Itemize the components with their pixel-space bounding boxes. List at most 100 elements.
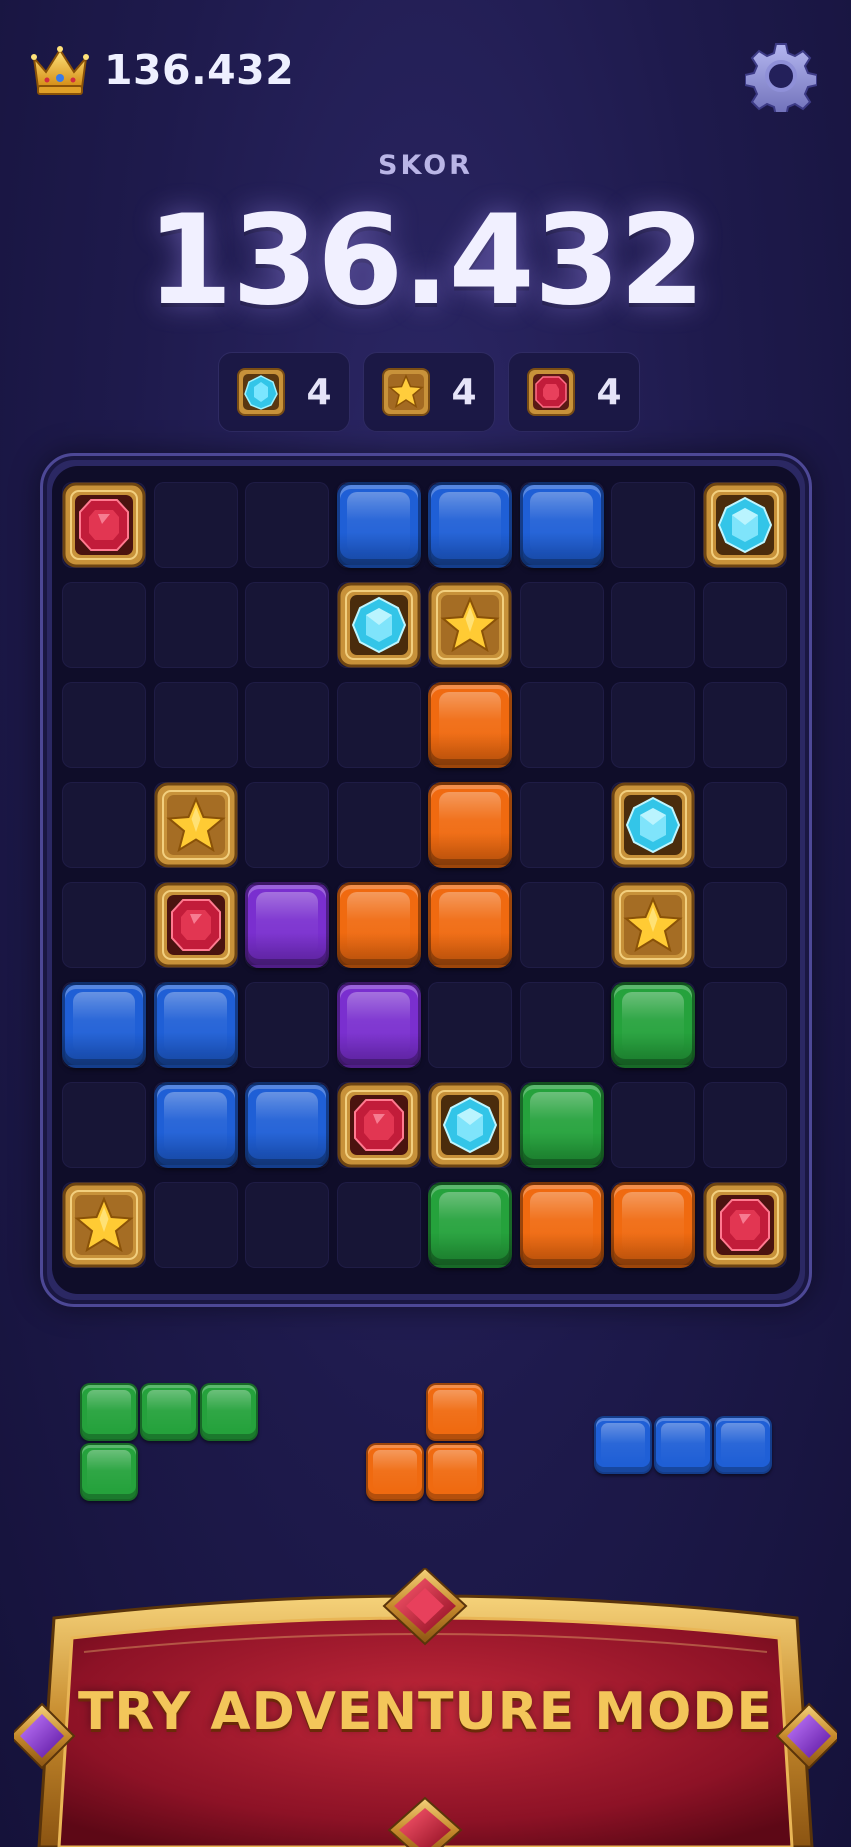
board-block-orange-2-4 bbox=[428, 682, 512, 768]
board-gem-4-1 bbox=[154, 882, 238, 972]
best-score: 136.432 bbox=[30, 42, 294, 98]
red-ruby-icon bbox=[703, 1182, 786, 1268]
board-block-blue-0-4 bbox=[428, 482, 512, 568]
board-gem-4-6 bbox=[611, 882, 695, 972]
board-cell-5-7[interactable] bbox=[702, 982, 787, 1068]
board-cell-1-7[interactable] bbox=[702, 582, 787, 668]
red-ruby-icon bbox=[337, 1082, 420, 1168]
board-cell-7-3[interactable] bbox=[336, 1182, 421, 1268]
board-gem-7-0 bbox=[62, 1182, 146, 1272]
blue-diamond-icon bbox=[428, 1082, 512, 1168]
board-block-orange-3-4 bbox=[428, 782, 512, 868]
piece-2-block[interactable] bbox=[594, 1416, 652, 1474]
board-cell-2-5[interactable] bbox=[519, 682, 604, 768]
board-block-orange-7-5 bbox=[519, 1182, 604, 1268]
goal-ruby-count: 4 bbox=[596, 371, 622, 413]
board-block-blue-6-1 bbox=[153, 1082, 238, 1168]
board-cell-7-1[interactable] bbox=[153, 1182, 238, 1268]
red-ruby-icon bbox=[154, 882, 237, 968]
board-block-green-7-4 bbox=[428, 1182, 512, 1268]
board-cell-3-5[interactable] bbox=[519, 782, 604, 868]
board-cell-5-5[interactable] bbox=[519, 982, 604, 1068]
piece-0-block[interactable] bbox=[80, 1443, 138, 1501]
piece-0-block[interactable] bbox=[200, 1383, 258, 1441]
blue-diamond-icon bbox=[237, 368, 286, 416]
piece-1-block[interactable] bbox=[366, 1443, 424, 1501]
board-block-purple-4-2 bbox=[245, 882, 329, 968]
board-gem-1-3 bbox=[337, 582, 421, 672]
board-cell-7-2[interactable] bbox=[245, 1182, 329, 1268]
goal-counters: 4 4 4 bbox=[218, 352, 640, 432]
board-cell-2-6[interactable] bbox=[611, 682, 695, 768]
score-label: SKOR bbox=[378, 150, 473, 181]
board-gem-6-4 bbox=[428, 1082, 512, 1172]
board-block-purple-5-3 bbox=[336, 982, 421, 1068]
board-gem-1-4 bbox=[428, 582, 512, 672]
board-cell-4-5[interactable] bbox=[519, 882, 604, 968]
board-cell-4-0[interactable] bbox=[62, 882, 146, 968]
board-cell-1-5[interactable] bbox=[519, 582, 604, 668]
board-block-blue-0-5 bbox=[519, 482, 604, 568]
board-block-orange-4-3 bbox=[336, 882, 421, 968]
gold-star-icon bbox=[154, 782, 237, 868]
board-gem-3-6 bbox=[611, 782, 695, 872]
goal-diamond: 4 bbox=[218, 352, 350, 432]
board-block-green-5-6 bbox=[611, 982, 695, 1068]
board-block-orange-4-4 bbox=[428, 882, 512, 968]
board-cell-1-2[interactable] bbox=[245, 582, 329, 668]
red-ruby-icon bbox=[527, 368, 576, 416]
board-cell-2-2[interactable] bbox=[245, 682, 329, 768]
board-gem-7-7 bbox=[703, 1182, 787, 1272]
board-cell-2-0[interactable] bbox=[62, 682, 146, 768]
blue-diamond-icon bbox=[611, 782, 695, 868]
piece-2-block[interactable] bbox=[714, 1416, 772, 1474]
board-block-blue-5-1 bbox=[153, 982, 238, 1068]
piece-0-block[interactable] bbox=[140, 1383, 198, 1441]
blue-diamond-icon bbox=[703, 482, 786, 568]
board-cell-2-7[interactable] bbox=[702, 682, 787, 768]
board-block-orange-7-6 bbox=[611, 1182, 695, 1268]
piece-0-block[interactable] bbox=[80, 1383, 138, 1441]
board-cell-1-6[interactable] bbox=[611, 582, 695, 668]
piece-1-block[interactable] bbox=[426, 1443, 484, 1501]
try-adventure-mode-button[interactable] bbox=[14, 1568, 837, 1847]
board-block-green-6-5 bbox=[519, 1082, 604, 1168]
board-cell-3-2[interactable] bbox=[245, 782, 329, 868]
blue-diamond-icon bbox=[337, 582, 420, 668]
score-value: 136.432 bbox=[146, 189, 706, 333]
board-cell-5-4[interactable] bbox=[428, 982, 512, 1068]
board-cell-1-0[interactable] bbox=[62, 582, 146, 668]
board-cell-0-1[interactable] bbox=[153, 482, 238, 568]
board-gem-0-7 bbox=[703, 482, 787, 572]
goal-diamond-count: 4 bbox=[306, 371, 332, 413]
board-cell-4-7[interactable] bbox=[702, 882, 787, 968]
crown-icon bbox=[31, 46, 89, 95]
gold-star-icon bbox=[611, 882, 695, 968]
goal-star-count: 4 bbox=[451, 371, 477, 413]
board-gem-3-1 bbox=[154, 782, 238, 872]
gold-star-icon bbox=[382, 368, 431, 416]
board-cell-0-6[interactable] bbox=[611, 482, 695, 568]
board-cell-5-2[interactable] bbox=[245, 982, 329, 1068]
board-cell-3-3[interactable] bbox=[336, 782, 421, 868]
goal-star: 4 bbox=[363, 352, 495, 432]
board-cell-2-3[interactable] bbox=[336, 682, 421, 768]
board-cell-3-0[interactable] bbox=[62, 782, 146, 868]
piece-1-block[interactable] bbox=[426, 1383, 484, 1441]
red-ruby-icon bbox=[62, 482, 146, 568]
board-cell-2-1[interactable] bbox=[153, 682, 238, 768]
gear-icon[interactable] bbox=[745, 40, 817, 112]
board-cell-6-7[interactable] bbox=[702, 1082, 787, 1168]
board-cell-3-7[interactable] bbox=[702, 782, 787, 868]
gold-star-icon bbox=[428, 582, 512, 668]
board-cell-6-6[interactable] bbox=[611, 1082, 695, 1168]
board-block-blue-5-0 bbox=[62, 982, 146, 1068]
board-cell-6-0[interactable] bbox=[62, 1082, 146, 1168]
board-gem-0-0 bbox=[62, 482, 146, 572]
board-cell-0-2[interactable] bbox=[245, 482, 329, 568]
goal-ruby: 4 bbox=[508, 352, 640, 432]
piece-2-block[interactable] bbox=[654, 1416, 712, 1474]
board-cell-1-1[interactable] bbox=[153, 582, 238, 668]
board-gem-6-3 bbox=[337, 1082, 421, 1172]
best-score-value: 136.432 bbox=[104, 46, 295, 94]
